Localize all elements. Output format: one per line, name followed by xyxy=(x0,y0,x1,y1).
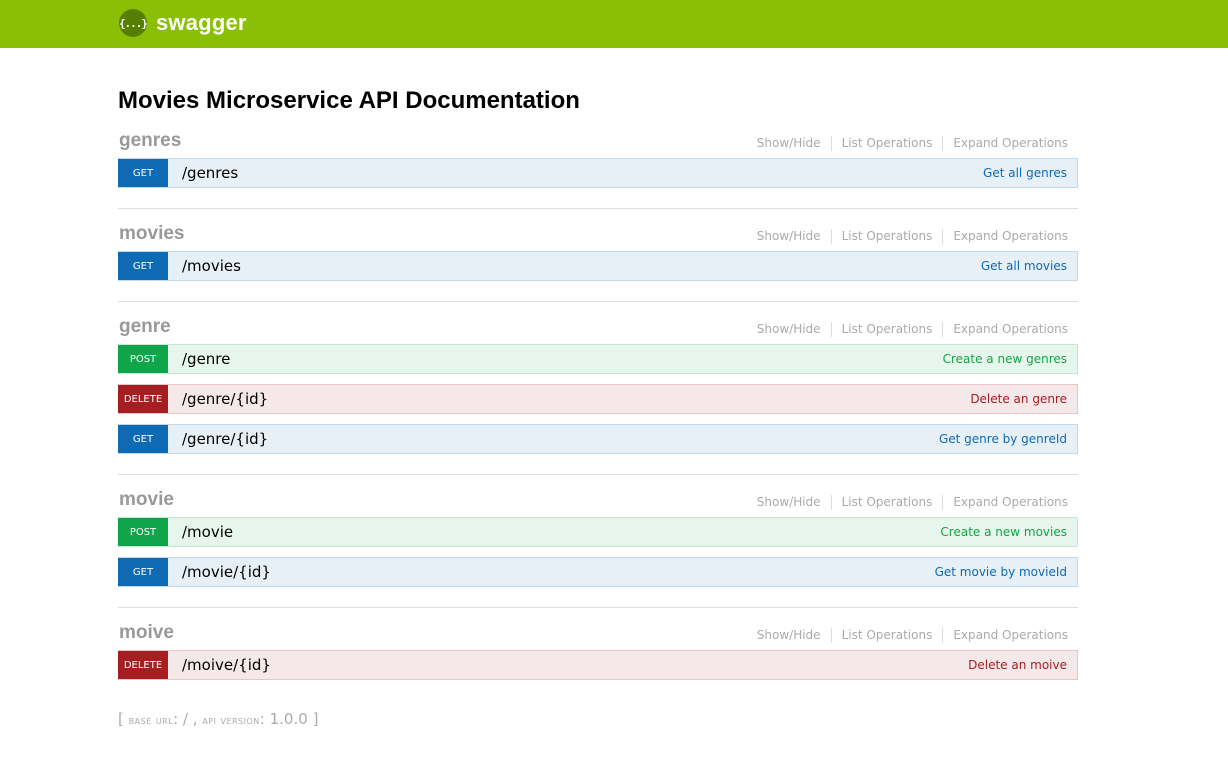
show-hide-link[interactable]: Show/Hide xyxy=(747,229,832,244)
resource-name-link[interactable]: movies xyxy=(119,223,184,245)
footer-close-bracket: ] xyxy=(312,710,319,728)
method-badge[interactable]: GET xyxy=(118,252,168,280)
operation-path[interactable]: /moive/{id} xyxy=(182,656,271,674)
page-title: Movies Microservice API Documentation xyxy=(118,87,580,114)
operation-summary[interactable]: Delete an genre xyxy=(970,392,1067,406)
resource-heading: movies Show/Hide List Operations Expand … xyxy=(118,209,1078,249)
resource-options: Show/Hide List Operations Expand Operati… xyxy=(747,322,1068,337)
method-badge[interactable]: POST xyxy=(118,345,168,373)
operation-path[interactable]: /movie xyxy=(182,523,233,541)
list-operations-link[interactable]: List Operations xyxy=(832,628,944,643)
main-content: Movies Microservice API Documentation ge… xyxy=(118,48,1078,728)
resource-name-link[interactable]: movie xyxy=(119,489,174,511)
method-badge[interactable]: POST xyxy=(118,518,168,546)
operation-row[interactable]: GET /movie/{id} Get movie by movieId xyxy=(118,557,1078,587)
resource-options: Show/Hide List Operations Expand Operati… xyxy=(747,628,1068,643)
show-hide-link[interactable]: Show/Hide xyxy=(747,322,832,337)
expand-operations-link[interactable]: Expand Operations xyxy=(943,628,1068,643)
operation-row[interactable]: POST /movie Create a new movies xyxy=(118,517,1078,547)
resource-name-link[interactable]: genre xyxy=(119,316,171,338)
resource-name-link[interactable]: moive xyxy=(119,622,174,644)
swagger-logo-icon: {...} xyxy=(119,9,148,37)
footer-open-bracket: [ xyxy=(118,710,124,728)
resource-name-link[interactable]: genres xyxy=(119,130,181,152)
resource-options: Show/Hide List Operations Expand Operati… xyxy=(747,229,1068,244)
operation-row[interactable]: DELETE /moive/{id} Delete an moive xyxy=(118,650,1078,680)
operation-summary[interactable]: Create a new movies xyxy=(940,525,1067,539)
operation-summary[interactable]: Create a new genres xyxy=(943,352,1067,366)
operation-path[interactable]: /movies xyxy=(182,257,241,275)
resource-heading: genre Show/Hide List Operations Expand O… xyxy=(118,302,1078,342)
expand-operations-link[interactable]: Expand Operations xyxy=(943,229,1068,244)
resource-genre: genre Show/Hide List Operations Expand O… xyxy=(118,302,1078,475)
resource-genres: genres Show/Hide List Operations Expand … xyxy=(118,116,1078,209)
expand-operations-link[interactable]: Expand Operations xyxy=(943,322,1068,337)
operation-summary[interactable]: Get all movies xyxy=(981,259,1067,273)
method-badge[interactable]: GET xyxy=(118,159,168,187)
list-operations-link[interactable]: List Operations xyxy=(832,322,944,337)
resource-movie: movie Show/Hide List Operations Expand O… xyxy=(118,475,1078,608)
base-url-value: : / , xyxy=(173,710,198,728)
operation-summary[interactable]: Delete an moive xyxy=(968,658,1067,672)
operation-row[interactable]: GET /movies Get all movies xyxy=(118,251,1078,281)
list-operations-link[interactable]: List Operations xyxy=(832,495,944,510)
show-hide-link[interactable]: Show/Hide xyxy=(747,495,832,510)
resource-movies: movies Show/Hide List Operations Expand … xyxy=(118,209,1078,302)
expand-operations-link[interactable]: Expand Operations xyxy=(943,495,1068,510)
method-badge[interactable]: DELETE xyxy=(118,651,168,679)
logo-text: swagger xyxy=(156,10,247,35)
operation-row[interactable]: GET /genre/{id} Get genre by genreId xyxy=(118,424,1078,454)
method-badge[interactable]: DELETE xyxy=(118,385,168,413)
api-version-value: : 1.0.0 xyxy=(259,710,308,728)
api-version-label: API VERSION xyxy=(202,714,260,727)
resource-heading: moive Show/Hide List Operations Expand O… xyxy=(118,608,1078,648)
operation-summary[interactable]: Get movie by movieId xyxy=(935,565,1067,579)
resource-heading: movie Show/Hide List Operations Expand O… xyxy=(118,475,1078,515)
expand-operations-link[interactable]: Expand Operations xyxy=(943,136,1068,151)
method-badge[interactable]: GET xyxy=(118,558,168,586)
show-hide-link[interactable]: Show/Hide xyxy=(747,136,832,151)
operation-path[interactable]: /genres xyxy=(182,164,238,182)
base-url-label: BASE URL xyxy=(128,714,174,727)
swagger-logo[interactable]: {...} swagger xyxy=(119,9,247,37)
operation-path[interactable]: /movie/{id} xyxy=(182,563,271,581)
resource-heading: genres Show/Hide List Operations Expand … xyxy=(118,116,1078,156)
api-info-footer: [ BASE URL: / , API VERSION: 1.0.0 ] xyxy=(118,710,1078,728)
method-badge[interactable]: GET xyxy=(118,425,168,453)
list-operations-link[interactable]: List Operations xyxy=(832,229,944,244)
operation-summary[interactable]: Get genre by genreId xyxy=(939,432,1067,446)
operation-row[interactable]: POST /genre Create a new genres xyxy=(118,344,1078,374)
resource-options: Show/Hide List Operations Expand Operati… xyxy=(747,495,1068,510)
list-operations-link[interactable]: List Operations xyxy=(832,136,944,151)
top-bar: {...} swagger xyxy=(0,0,1228,48)
operation-path[interactable]: /genre/{id} xyxy=(182,390,268,408)
resource-options: Show/Hide List Operations Expand Operati… xyxy=(747,136,1068,151)
operation-path[interactable]: /genre/{id} xyxy=(182,430,268,448)
operation-row[interactable]: DELETE /genre/{id} Delete an genre xyxy=(118,384,1078,414)
operation-row[interactable]: GET /genres Get all genres xyxy=(118,158,1078,188)
resource-moive: moive Show/Hide List Operations Expand O… xyxy=(118,608,1078,700)
show-hide-link[interactable]: Show/Hide xyxy=(747,628,832,643)
operation-summary[interactable]: Get all genres xyxy=(983,166,1067,180)
operation-path[interactable]: /genre xyxy=(182,350,230,368)
